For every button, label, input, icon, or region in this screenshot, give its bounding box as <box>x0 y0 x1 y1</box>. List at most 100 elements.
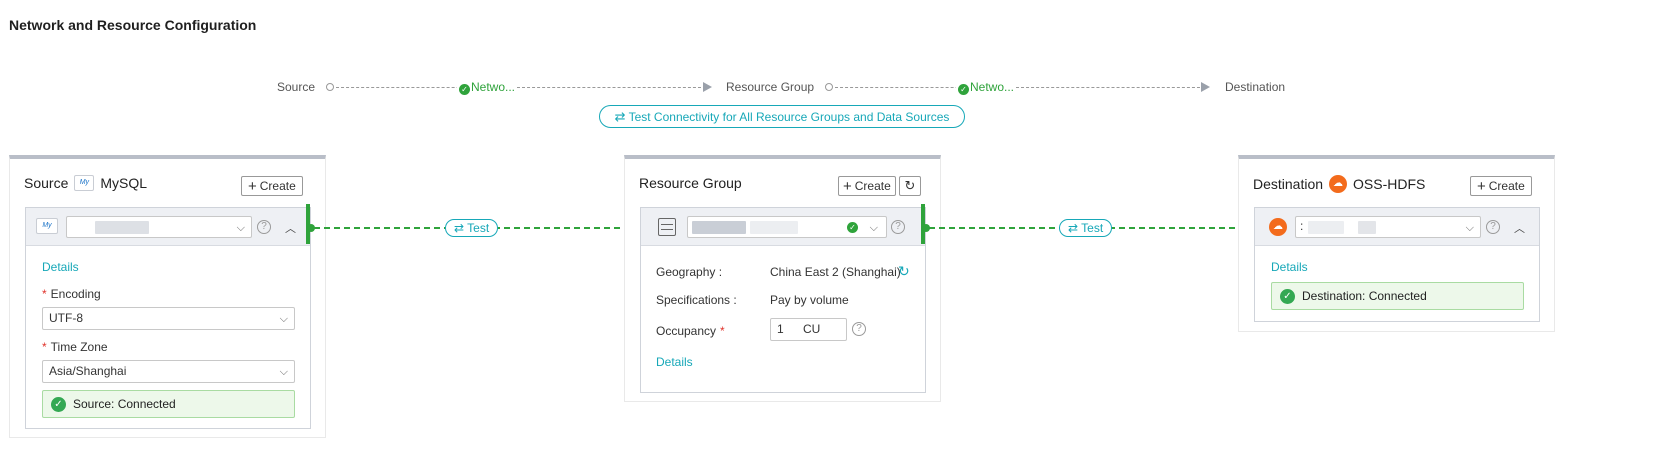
flow-network-label: Netwo... <box>471 80 516 94</box>
encoding-label-text: Encoding <box>50 287 101 301</box>
destination-status-badge: ✓ Destination: Connected <box>1271 282 1524 310</box>
mysql-icon: My <box>36 218 58 234</box>
redacted-value <box>1358 221 1376 234</box>
collapse-icon[interactable]: ︿ <box>285 220 296 236</box>
resource-group-title-text: Resource Group <box>639 175 742 191</box>
flow-network-status-1[interactable]: ✓ Netwo... <box>457 78 518 96</box>
required-mark: * <box>42 287 47 301</box>
source-details-link[interactable]: Details <box>42 260 79 274</box>
check-icon: ✓ <box>958 84 969 95</box>
destination-datasource-select[interactable]: : ⌵ <box>1295 216 1481 238</box>
encoding-value: UTF-8 <box>49 311 83 325</box>
test-all-label: Test Connectivity for All Resource Group… <box>628 110 950 124</box>
resource-group-title: Resource Group <box>639 175 742 191</box>
refresh-icon[interactable]: ↻ <box>898 263 910 280</box>
redacted-value <box>1308 221 1344 234</box>
source-card: My ⌵ ? ︿ Details * Encoding UTF-8 ⌵ * Time… <box>25 207 311 429</box>
flow-resource-group-label: Resource Group <box>726 80 815 94</box>
flow-destination-label: Destination <box>1225 80 1286 94</box>
destination-create-button[interactable]: + Create <box>1470 176 1532 196</box>
source-card-header: My ⌵ ? ︿ <box>26 208 310 246</box>
arrow-right-icon <box>1201 82 1210 92</box>
select-prefix: : <box>1300 219 1304 233</box>
source-create-label: Create <box>259 179 296 193</box>
mysql-icon: My <box>74 175 95 191</box>
oss-icon: ☁ <box>1329 175 1348 193</box>
timezone-value: Asia/Shanghai <box>49 364 127 378</box>
timezone-select[interactable]: Asia/Shanghai ⌵ <box>42 360 295 383</box>
source-datasource-select[interactable]: ⌵ <box>66 216 252 238</box>
resource-group-create-label: Create <box>854 179 891 193</box>
flow-network-label: Netwo... <box>970 80 1015 94</box>
destination-panel: Destination ☁ OSS-HDFS + Create ☁ : ⌵ ? ︿… <box>1238 155 1555 332</box>
source-title-text: Source <box>24 175 69 191</box>
source-type: MySQL <box>100 175 148 191</box>
occupancy-label: Occupancy * <box>656 324 729 338</box>
flow-node-icon <box>326 83 334 91</box>
geography-value: China East 2 (Shanghai) <box>770 265 901 279</box>
chevron-down-icon: ⌵ <box>279 366 288 378</box>
resource-group-select[interactable]: ✓ ⌵ <box>687 216 887 238</box>
encoding-label: * Encoding <box>42 287 101 301</box>
plus-icon: + <box>843 178 852 195</box>
chevron-down-icon: ⌵ <box>236 222 245 234</box>
check-circle-icon: ✓ <box>1280 289 1295 304</box>
destination-type: OSS-HDFS <box>1353 176 1426 192</box>
source-status-badge: ✓ Source: Connected <box>42 390 295 418</box>
help-icon[interactable]: ? <box>1486 220 1500 234</box>
geography-label: Geography : <box>656 265 723 279</box>
occupancy-input[interactable]: 1 CU <box>770 318 847 341</box>
oss-icon: ☁ <box>1269 218 1287 236</box>
swap-icon: ⇄ <box>614 109 626 124</box>
refresh-button[interactable]: ↻ <box>899 176 921 196</box>
test-label: Test <box>1081 221 1104 235</box>
encoding-select[interactable]: UTF-8 ⌵ <box>42 307 295 330</box>
resource-group-create-button[interactable]: + Create <box>838 176 896 196</box>
resource-group-card-header: ✓ ⌵ ? <box>641 208 925 246</box>
resource-group-details-link[interactable]: Details <box>656 355 693 369</box>
rg-destination-test-button[interactable]: ⇄ Test <box>1059 219 1113 237</box>
required-mark: * <box>42 340 47 354</box>
check-icon: ✓ <box>459 84 470 95</box>
chevron-down-icon: ⌵ <box>869 222 878 234</box>
destination-title-text: Destination <box>1253 176 1324 192</box>
help-icon[interactable]: ? <box>891 220 905 234</box>
destination-title: Destination ☁ OSS-HDFS <box>1253 175 1425 193</box>
help-icon[interactable]: ? <box>257 220 271 234</box>
flow-dash-line <box>336 87 706 88</box>
source-panel: Source My MySQL + Create My ⌵ ? ︿ Details… <box>9 155 326 438</box>
specifications-label: Specifications : <box>656 293 737 307</box>
chevron-down-icon: ⌵ <box>1465 222 1474 234</box>
destination-card-header: ☁ : ⌵ ? ︿ <box>1255 208 1539 246</box>
check-circle-icon: ✓ <box>51 397 66 412</box>
test-all-connectivity-button[interactable]: ⇄ Test Connectivity for All Resource Gro… <box>599 105 965 128</box>
resource-group-panel: Resource Group + Create ↻ ✓ ⌵ ? Geography… <box>624 155 941 402</box>
page-title: Network and Resource Configuration <box>9 17 257 33</box>
swap-icon: ⇄ <box>454 221 468 235</box>
destination-status-text: Destination: Connected <box>1302 289 1427 303</box>
source-status-text: Source: Connected <box>73 397 176 411</box>
source-create-button[interactable]: + Create <box>241 176 303 196</box>
source-rg-test-button[interactable]: ⇄ Test <box>445 219 499 237</box>
flow-dash-line <box>835 87 1205 88</box>
occupancy-label-text: Occupancy <box>656 324 717 338</box>
plus-icon: + <box>248 178 257 195</box>
flow-node-icon <box>825 83 833 91</box>
arrow-right-icon <box>703 82 712 92</box>
redacted-value <box>750 221 798 234</box>
check-circle-icon: ✓ <box>847 222 858 233</box>
swap-icon: ⇄ <box>1068 221 1082 235</box>
specifications-value: Pay by volume <box>770 293 849 307</box>
timezone-label: * Time Zone <box>42 340 108 354</box>
server-icon <box>658 218 676 236</box>
occupancy-value: 1 <box>777 322 784 336</box>
collapse-icon[interactable]: ︿ <box>1514 220 1525 236</box>
chevron-down-icon: ⌵ <box>279 313 288 325</box>
source-title: Source My MySQL <box>24 175 147 191</box>
flow-network-status-2[interactable]: ✓ Netwo... <box>956 78 1017 96</box>
destination-card: ☁ : ⌵ ? ︿ Details ✓ Destination: Connect… <box>1254 207 1540 322</box>
resource-group-card: ✓ ⌵ ? Geography : China East 2 (Shanghai… <box>640 207 926 393</box>
timezone-label-text: Time Zone <box>50 340 108 354</box>
help-icon[interactable]: ? <box>852 322 866 336</box>
destination-details-link[interactable]: Details <box>1271 260 1308 274</box>
